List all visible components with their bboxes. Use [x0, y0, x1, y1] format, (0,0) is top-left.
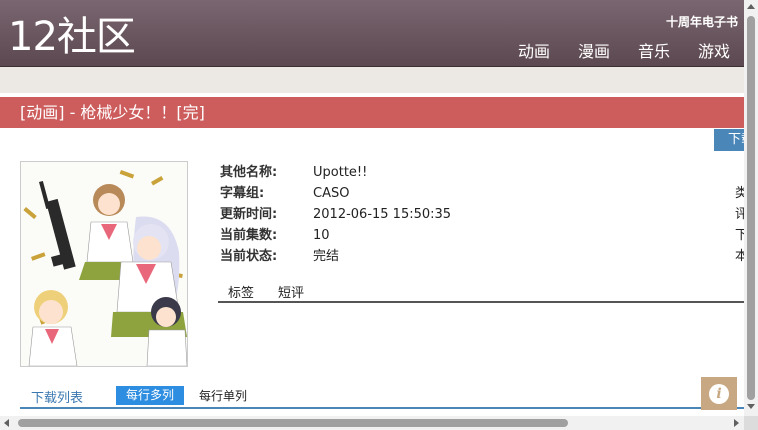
single-column-toggle[interactable]: 每行单列 [199, 387, 247, 404]
info-value: 完结 [313, 249, 340, 264]
site-logo[interactable]: 12社区 [8, 14, 136, 60]
tab-short-reviews[interactable]: 短评 [278, 282, 304, 301]
info-row-alias: 其他名称: Upotte!! [220, 162, 451, 183]
info-label: 当前集数: [220, 228, 278, 243]
horizontal-scrollbar[interactable] [0, 416, 744, 430]
nav-games[interactable]: 游戏 [698, 38, 730, 62]
detail-tabs: 标签 短评 [218, 282, 744, 303]
info-label: 更新时间: [220, 207, 278, 222]
horizontal-scroll-thumb[interactable] [18, 419, 568, 427]
site-header: 12社区 十周年电子书 动画 漫画 音乐 游戏 [0, 0, 744, 67]
anime-info: 其他名称: Upotte!! 字幕组: CASO 更新时间: 2012-06-15 1… [220, 162, 451, 267]
info-value: CASO [313, 186, 350, 201]
tab-tags[interactable]: 标签 [228, 282, 254, 301]
info-label: 字幕组: [220, 186, 265, 201]
info-button[interactable]: i [701, 377, 737, 410]
download-list-header: 下载列表 每行多列 每行单列 [20, 386, 744, 409]
nav-anime[interactable]: 动画 [518, 38, 550, 62]
sub-band [0, 67, 744, 93]
vertical-scrollbar[interactable] [744, 0, 758, 416]
info-value: Upotte!! [313, 165, 368, 180]
scroll-left-arrow-icon[interactable] [4, 419, 9, 427]
scroll-up-arrow-icon[interactable] [747, 4, 755, 9]
scroll-right-arrow-icon[interactable] [734, 419, 739, 427]
info-row-episodes: 当前集数: 10 [220, 225, 451, 246]
info-value: 10 [313, 228, 330, 243]
nav-manga[interactable]: 漫画 [578, 38, 610, 62]
multi-column-toggle[interactable]: 每行多列 [116, 386, 184, 405]
info-icon: i [709, 383, 729, 404]
info-value: 2012-06-15 15:50:35 [313, 207, 452, 222]
anime-poster-image [20, 161, 188, 367]
info-row-status: 当前状态: 完结 [220, 246, 451, 267]
ebook-link[interactable]: 十周年电子书 [666, 13, 738, 30]
page-title: [动画] - 枪械少女！！[完] [0, 97, 744, 128]
info-row-subgroup: 字幕组: CASO [220, 183, 451, 204]
scroll-down-arrow-icon[interactable] [747, 404, 755, 409]
scrollbar-corner [744, 416, 758, 430]
info-label: 当前状态: [220, 249, 278, 264]
info-label: 其他名称: [220, 165, 278, 180]
clipped-label: 评 [735, 207, 744, 222]
info-right-column-clipped: 类 评 下 本 [735, 183, 744, 267]
clipped-label: 类 [735, 186, 744, 201]
clipped-label: 下 [735, 228, 744, 243]
nav-music[interactable]: 音乐 [638, 38, 670, 62]
download-list-title: 下载列表 [31, 391, 84, 406]
info-row-updated: 更新时间: 2012-06-15 15:50:35 [220, 204, 451, 225]
clipped-label: 本 [735, 249, 744, 264]
download-button[interactable]: 下载 [714, 129, 744, 151]
vertical-scroll-thumb[interactable] [747, 16, 755, 400]
main-nav: 动画 漫画 音乐 游戏 [518, 38, 730, 62]
